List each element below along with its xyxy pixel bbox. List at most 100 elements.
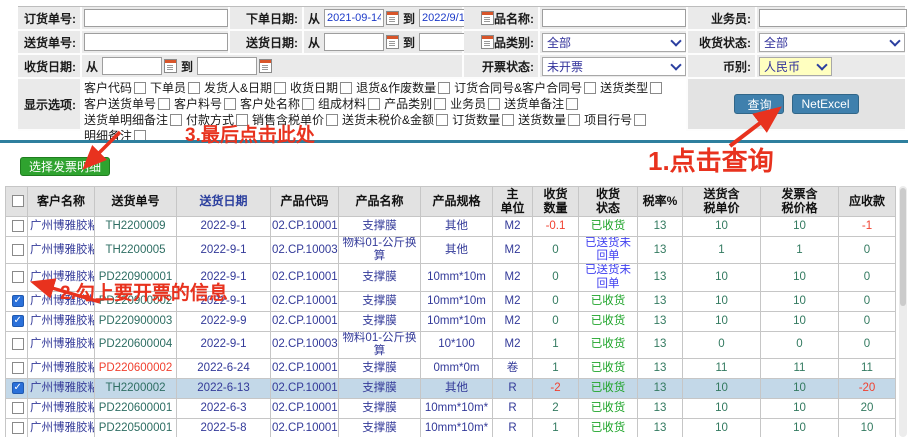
row-checkbox[interactable] xyxy=(12,402,24,414)
display-option-checkbox[interactable] xyxy=(436,114,448,126)
display-option-checkbox[interactable] xyxy=(274,82,286,94)
display-option-label: 客户送货单号 xyxy=(84,96,156,112)
display-option-checkbox[interactable] xyxy=(302,98,314,110)
table-cell: 11 xyxy=(839,359,896,379)
display-option-checkbox[interactable] xyxy=(650,82,662,94)
display-option-checkbox[interactable] xyxy=(584,82,596,94)
table-cell: 2022-6-13 xyxy=(177,379,271,399)
display-option-checkbox[interactable] xyxy=(438,82,450,94)
table-cell: 物料01-公斤换算 xyxy=(339,237,421,264)
receive-status-select[interactable]: 全部 xyxy=(759,33,905,52)
display-option-checkbox[interactable] xyxy=(566,98,578,110)
calendar-icon[interactable] xyxy=(481,11,494,25)
table-cell: 已收货 xyxy=(579,379,638,399)
table-cell: M2 xyxy=(493,217,533,237)
display-option: 订货数量 xyxy=(452,112,514,128)
table-cell: 10 xyxy=(683,419,761,437)
order-no-input[interactable] xyxy=(84,9,228,27)
display-option-checkbox[interactable] xyxy=(134,82,146,94)
table-cell: 广州博雅胶粘剂 xyxy=(28,419,95,437)
invoice-detail-table: 客户名称送货单号送货日期产品代码产品名称产品规格主单位收货数量收货状态税率%送货… xyxy=(5,186,896,437)
display-option-checkbox[interactable] xyxy=(634,114,646,126)
receive-date-label: 收货日期: xyxy=(18,55,80,77)
row-checkbox[interactable] xyxy=(12,220,24,232)
netexcel-button[interactable]: NetExcel xyxy=(792,94,858,114)
vertical-scrollbar[interactable] xyxy=(899,186,907,437)
delivery-no-input[interactable] xyxy=(84,33,228,51)
calendar-icon[interactable] xyxy=(259,59,272,73)
product-name-input[interactable] xyxy=(542,9,686,27)
row-checkbox[interactable] xyxy=(12,315,24,327)
table-cell: 13 xyxy=(638,217,683,237)
calendar-icon[interactable] xyxy=(386,35,399,49)
order-no-label: 订货单号: xyxy=(18,7,80,29)
table-cell: 10mm*10m xyxy=(421,291,493,311)
table-cell: 已收货 xyxy=(579,419,638,437)
column-header[interactable]: 送货日期 xyxy=(177,187,271,217)
chevron-down-icon xyxy=(670,35,681,46)
display-option: 客户料号 xyxy=(174,96,236,112)
display-option-checkbox[interactable] xyxy=(158,98,170,110)
currency-select[interactable]: 人民币 xyxy=(759,57,832,76)
delivery-date-from-input[interactable] xyxy=(324,33,384,51)
table-cell: M2 xyxy=(493,311,533,331)
display-option-checkbox[interactable] xyxy=(568,114,580,126)
calendar-icon[interactable] xyxy=(386,11,399,25)
display-option-checkbox[interactable] xyxy=(502,114,514,126)
table-cell: 10*100 xyxy=(421,331,493,358)
display-option-checkbox[interactable] xyxy=(340,82,352,94)
row-checkbox[interactable] xyxy=(12,295,24,307)
select-invoice-detail-button[interactable]: 选择发票明细 xyxy=(20,157,110,176)
display-option-checkbox[interactable] xyxy=(188,82,200,94)
display-option-checkbox[interactable] xyxy=(326,114,338,126)
display-option-checkbox[interactable] xyxy=(434,98,446,110)
table-cell: 1 xyxy=(533,359,579,379)
table-cell: M2 xyxy=(493,237,533,264)
row-checkbox[interactable] xyxy=(12,244,24,256)
table-cell: TH2200002 xyxy=(95,379,177,399)
column-header: 客户名称 xyxy=(28,187,95,217)
table-cell: 10mm*10m* xyxy=(421,399,493,419)
display-option: 订货合同号&客户合同号 xyxy=(454,80,596,96)
table-row: 广州博雅胶粘剂TH22000052022-9-102.CP.10003物料01-… xyxy=(6,237,896,264)
column-header: 产品代码 xyxy=(271,187,339,217)
table-cell: 0 xyxy=(839,237,896,264)
order-date-from-input[interactable] xyxy=(324,9,384,27)
table-cell: 10 xyxy=(683,399,761,419)
invoice-status-select[interactable]: 未开票 xyxy=(542,57,686,76)
row-checkbox[interactable] xyxy=(12,271,24,283)
table-cell: 已收货 xyxy=(579,311,638,331)
search-button[interactable]: 查询 xyxy=(734,94,784,114)
salesman-input[interactable] xyxy=(759,9,907,27)
query-form: 订货单号: 下单日期: 从 到 产品名称: 业务员: 送货单号: 送货日期: 从… xyxy=(18,6,905,131)
product-category-select[interactable]: 全部 xyxy=(542,33,686,52)
table-cell: 广州博雅胶粘剂 xyxy=(28,217,95,237)
display-option-checkbox[interactable] xyxy=(488,98,500,110)
row-checkbox[interactable] xyxy=(12,382,24,394)
scrollbar-thumb[interactable] xyxy=(900,188,906,306)
calendar-icon[interactable] xyxy=(481,35,494,49)
table-cell: 02.CP.10001 xyxy=(271,419,339,437)
display-option-checkbox[interactable] xyxy=(224,98,236,110)
display-option-label: 客户处名称 xyxy=(240,96,300,112)
table-cell: 0 xyxy=(761,331,839,358)
row-checkbox[interactable] xyxy=(12,338,24,350)
display-option-label: 送货单明细备注 xyxy=(84,112,168,128)
display-option-checkbox[interactable] xyxy=(170,114,182,126)
table-cell: 11 xyxy=(683,359,761,379)
column-header: 税率% xyxy=(638,187,683,217)
display-option-checkbox[interactable] xyxy=(368,98,380,110)
row-checkbox[interactable] xyxy=(12,422,24,434)
table-cell: 0 xyxy=(839,331,896,358)
table-cell: 2022-9-1 xyxy=(177,217,271,237)
select-all-checkbox[interactable] xyxy=(12,195,24,207)
display-option-label: 收货日期 xyxy=(290,80,338,96)
calendar-icon[interactable] xyxy=(164,59,177,73)
row-checkbox[interactable] xyxy=(12,362,24,374)
display-option: 送货类型 xyxy=(600,80,662,96)
table-cell: 10mm*10m* xyxy=(421,419,493,437)
table-cell: 2022-9-1 xyxy=(177,237,271,264)
table-cell: PD220600001 xyxy=(95,399,177,419)
receive-date-from-input[interactable] xyxy=(102,57,162,75)
receive-date-to-input[interactable] xyxy=(197,57,257,75)
